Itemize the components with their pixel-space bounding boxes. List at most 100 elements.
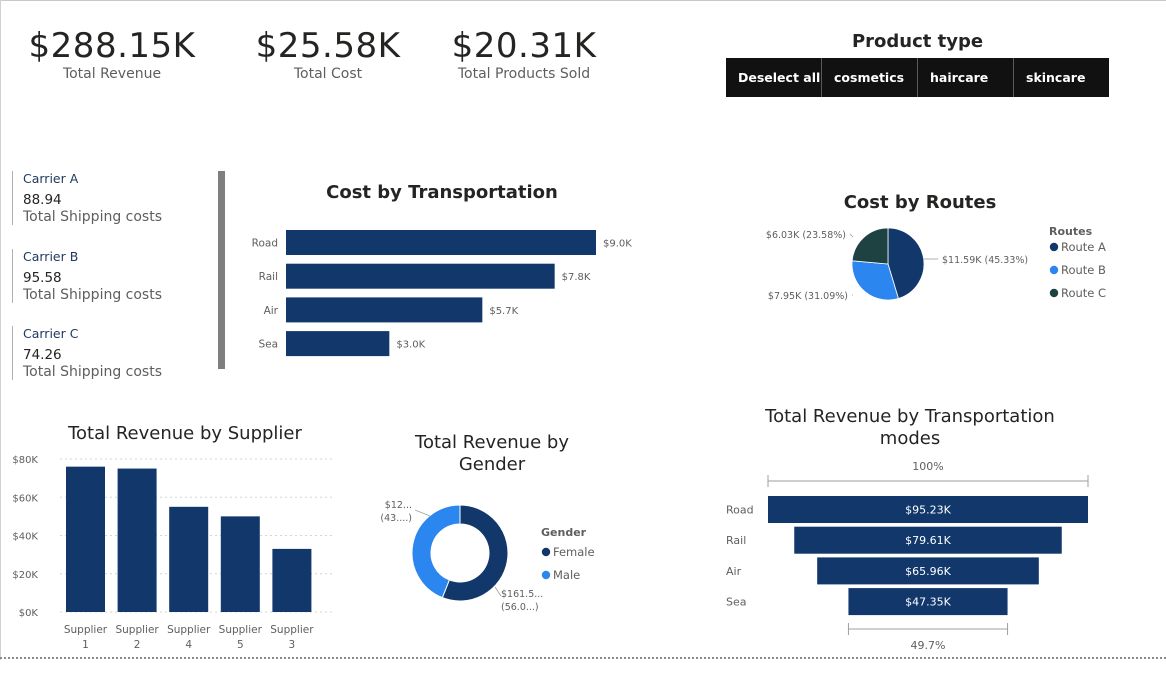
kpi-label: Total Revenue	[62, 66, 162, 82]
legend-label: Route B	[1061, 263, 1106, 277]
x-tick-label: Supplier	[219, 624, 263, 636]
product-type-slicer: Deselect all cosmetics haircare skincare	[726, 58, 1109, 97]
bottom-percent-label: 49.7%	[911, 639, 946, 652]
x-tick-label: 3	[289, 639, 296, 651]
category-label: Road	[726, 504, 754, 517]
y-tick-label: $60K	[12, 493, 38, 504]
data-label: $9.0K	[603, 239, 632, 250]
cost-by-transportation-chart: Road $9.0K Rail $7.8K Air $5.7K Sea $3.0K	[252, 230, 632, 357]
top-border	[0, 0, 1166, 4]
chart-title-rev-gender: Total Revenue by Gender	[415, 432, 569, 475]
x-tick-label: 4	[185, 639, 192, 651]
legend-label: Route C	[1061, 286, 1106, 300]
chart-title-cost-transport: Cost by Transportation	[326, 182, 558, 203]
x-tick-label: Supplier	[64, 624, 108, 636]
carrier-value: 88.94	[23, 192, 62, 208]
data-label: $7.95K (31.09%)	[768, 291, 848, 302]
revenue-by-gender-chart: $161.5... (56.0...) $12... (43....) Gender Fe…	[380, 500, 595, 613]
bar	[220, 516, 260, 612]
data-label: $79.61K	[905, 534, 951, 547]
x-tick-label: 1	[82, 639, 89, 651]
kpi-total-revenue: $288.15K Total Revenue	[12, 26, 212, 82]
carrier-value: 95.58	[23, 270, 62, 286]
kpi-total-cost: $25.58K Total Cost	[228, 26, 428, 82]
carrier-card-a: Carrier A 88.94 Total Shipping costs	[12, 171, 212, 225]
data-label: $3.0K	[396, 340, 425, 351]
category-label: Sea	[726, 596, 747, 609]
kpi-label: Total Products Sold	[457, 66, 591, 82]
slicer-title: Product type	[851, 31, 984, 52]
category-label: Air	[264, 305, 279, 317]
data-label: $11.59K (45.33%)	[942, 255, 1028, 266]
y-tick-label: $40K	[12, 532, 38, 543]
category-label: Sea	[258, 339, 278, 351]
legend-label: Route A	[1061, 240, 1106, 254]
data-label: $12...	[385, 500, 412, 511]
category-label: Air	[726, 565, 742, 578]
data-label: $47.35K	[905, 596, 951, 609]
kpi-total-products-sold: $20.31K Total Products Sold	[424, 26, 624, 82]
carrier-label: Total Shipping costs	[23, 364, 163, 380]
kpi-value: $20.31K	[451, 26, 597, 66]
legend-marker	[1049, 242, 1059, 252]
chart-title-rev-supplier: Total Revenue by Supplier	[68, 423, 302, 444]
slicer-option-deselect-all[interactable]: Deselect all	[726, 58, 822, 97]
data-label: $6.03K (23.58%)	[766, 230, 846, 241]
y-tick-label: $80K	[12, 455, 38, 466]
data-label: (56.0...)	[501, 602, 539, 613]
category-label: Rail	[259, 271, 278, 283]
kpi-value: $25.58K	[255, 26, 401, 66]
carrier-list-scrollbar[interactable]	[218, 171, 225, 369]
carrier-card-c: Carrier C 74.26 Total Shipping costs	[12, 326, 212, 380]
leader-line	[849, 233, 854, 238]
data-label: $161.5...	[501, 589, 543, 600]
data-label: $65.96K	[905, 565, 951, 578]
legend-marker	[541, 570, 551, 580]
revenue-by-supplier-chart: $0K $20K $40K $60K $80K Supplier 1 Supplier 2 Sup…	[12, 455, 335, 651]
legend-title: Routes	[1049, 225, 1093, 238]
bottom-divider	[0, 657, 1166, 659]
data-label: (43....)	[380, 513, 412, 524]
x-tick-label: 2	[134, 639, 141, 651]
y-tick-label: $20K	[12, 570, 38, 581]
carrier-name: Carrier B	[23, 249, 79, 264]
slicer-option-cosmetics[interactable]: cosmetics	[822, 58, 918, 97]
data-label: $95.23K	[905, 504, 951, 517]
slicer-option-haircare[interactable]: haircare	[918, 58, 1014, 97]
x-tick-label: Supplier	[270, 624, 314, 636]
slicer-option-skincare[interactable]: skincare	[1014, 58, 1109, 97]
bar	[286, 263, 555, 289]
chart-title-rev-transport-modes: Total Revenue by Transportation modes	[765, 406, 1055, 449]
bar	[286, 230, 596, 255]
x-tick-label: 5	[237, 639, 244, 651]
pie-slice	[851, 227, 889, 265]
x-tick-label: Supplier	[115, 624, 159, 636]
chart-title-cost-routes: Cost by Routes	[843, 192, 997, 213]
carrier-card-b: Carrier B 95.58 Total Shipping costs	[12, 249, 212, 303]
carrier-name: Carrier A	[23, 171, 79, 186]
bar	[169, 506, 209, 612]
bar	[117, 468, 157, 612]
legend-marker	[1049, 265, 1059, 275]
kpi-value: $288.15K	[28, 26, 196, 66]
bar	[272, 548, 312, 612]
carrier-label: Total Shipping costs	[23, 287, 163, 303]
leader-line	[414, 509, 431, 517]
carrier-name: Carrier C	[23, 326, 79, 341]
legend-label: Male	[553, 568, 580, 582]
bar	[286, 297, 483, 323]
revenue-by-transport-modes-chart: 100% Road $95.23K Rail $79.61K Air $65.96K Sea $…	[726, 460, 1089, 652]
legend-label: Female	[553, 545, 595, 559]
bar	[286, 331, 390, 357]
legend-marker	[541, 547, 551, 557]
legend-marker	[1049, 288, 1059, 298]
category-label: Road	[252, 238, 278, 250]
kpi-label: Total Cost	[293, 66, 363, 82]
x-tick-label: Supplier	[167, 624, 211, 636]
legend-title: Gender	[541, 526, 587, 539]
carrier-label: Total Shipping costs	[23, 209, 163, 225]
data-label: $5.7K	[489, 306, 518, 317]
bar	[66, 466, 105, 612]
top-percent-label: 100%	[912, 460, 943, 473]
category-label: Rail	[726, 534, 746, 547]
